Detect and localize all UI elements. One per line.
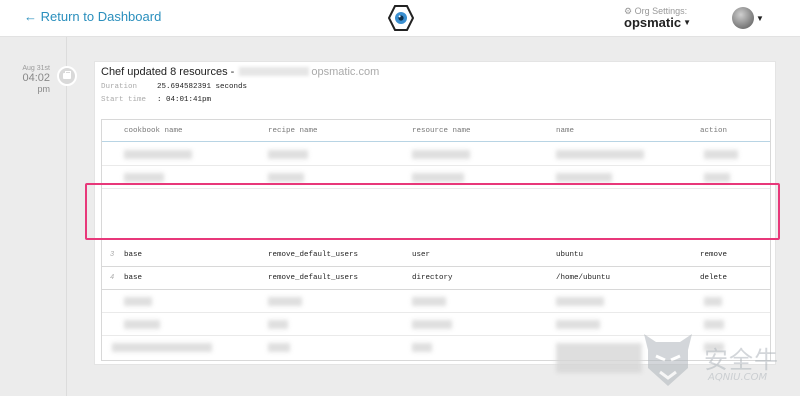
column-header: action <box>700 127 728 135</box>
event-date: Aug 31st <box>22 65 50 72</box>
name-cell: ubuntu <box>556 251 584 259</box>
table-row: 4 base remove_default_users directory /h… <box>102 267 770 290</box>
resource-cell: user <box>412 251 431 259</box>
duration-row: Duration 25.694582391 seconds <box>101 83 247 91</box>
table-row <box>102 290 770 313</box>
column-header: recipe name <box>268 127 318 135</box>
chevron-down-icon: ▼ <box>756 13 764 23</box>
start-time-value: : 04:01:41pm <box>157 96 212 104</box>
row-number: 3 <box>110 251 115 259</box>
top-bar: ← Return to Dashboard ⚙ Org Settings: op… <box>0 0 800 37</box>
timeline-line <box>66 37 67 396</box>
org-name: opsmatic <box>624 15 682 30</box>
redacted-email <box>239 67 310 76</box>
name-cell: /home/ubuntu <box>556 274 611 282</box>
org-selector[interactable]: opsmatic ▼ <box>624 15 691 30</box>
table-row <box>102 143 770 166</box>
watermark-subtext: AQNIU.COM <box>708 372 768 383</box>
cookbook-cell: base <box>124 251 143 259</box>
event-title-domain: opsmatic.com <box>311 66 380 78</box>
user-menu[interactable]: ▼ <box>732 7 764 29</box>
duration-value: 25.694582391 seconds <box>157 83 248 91</box>
action-cell: remove <box>700 251 728 259</box>
cookbook-cell: base <box>124 274 143 282</box>
start-time-label: Start time <box>101 96 147 104</box>
table-row: 3 base remove_default_users user ubuntu … <box>102 244 770 267</box>
table-header: cookbook name recipe name resource name … <box>102 120 770 142</box>
chevron-down-icon: ▼ <box>683 18 691 27</box>
recipe-cell: remove_default_users <box>268 274 359 282</box>
column-header: resource name <box>412 127 471 135</box>
event-title: Chef updated 8 resources - opsmatic.com <box>101 66 379 78</box>
briefcase-icon <box>63 71 71 79</box>
action-cell: delete <box>700 274 728 282</box>
row-number: 4 <box>110 274 115 282</box>
event-title-prefix: Chef updated 8 resources - <box>101 66 235 78</box>
resource-cell: directory <box>412 274 453 282</box>
timeline-node <box>57 66 77 86</box>
resources-table: cookbook name recipe name resource name … <box>101 119 771 373</box>
recipe-cell: remove_default_users <box>268 251 359 259</box>
column-header: name <box>556 127 575 135</box>
event-ampm: pm <box>37 84 50 94</box>
watermark-text: 安全牛 <box>704 346 779 374</box>
avatar <box>732 7 754 29</box>
start-time-row: Start time : 04:01:41pm <box>101 96 211 104</box>
return-to-dashboard-link[interactable]: ← Return to Dashboard <box>24 9 161 24</box>
opsmatic-logo-icon[interactable] <box>388 5 414 31</box>
highlight-box <box>85 183 780 240</box>
duration-label: Duration <box>101 83 138 91</box>
watermark: 安全牛 AQNIU.COM <box>638 328 798 392</box>
bull-shield-icon <box>644 334 692 386</box>
column-header: cookbook name <box>124 127 183 135</box>
event-time: 04:02 <box>22 72 50 84</box>
